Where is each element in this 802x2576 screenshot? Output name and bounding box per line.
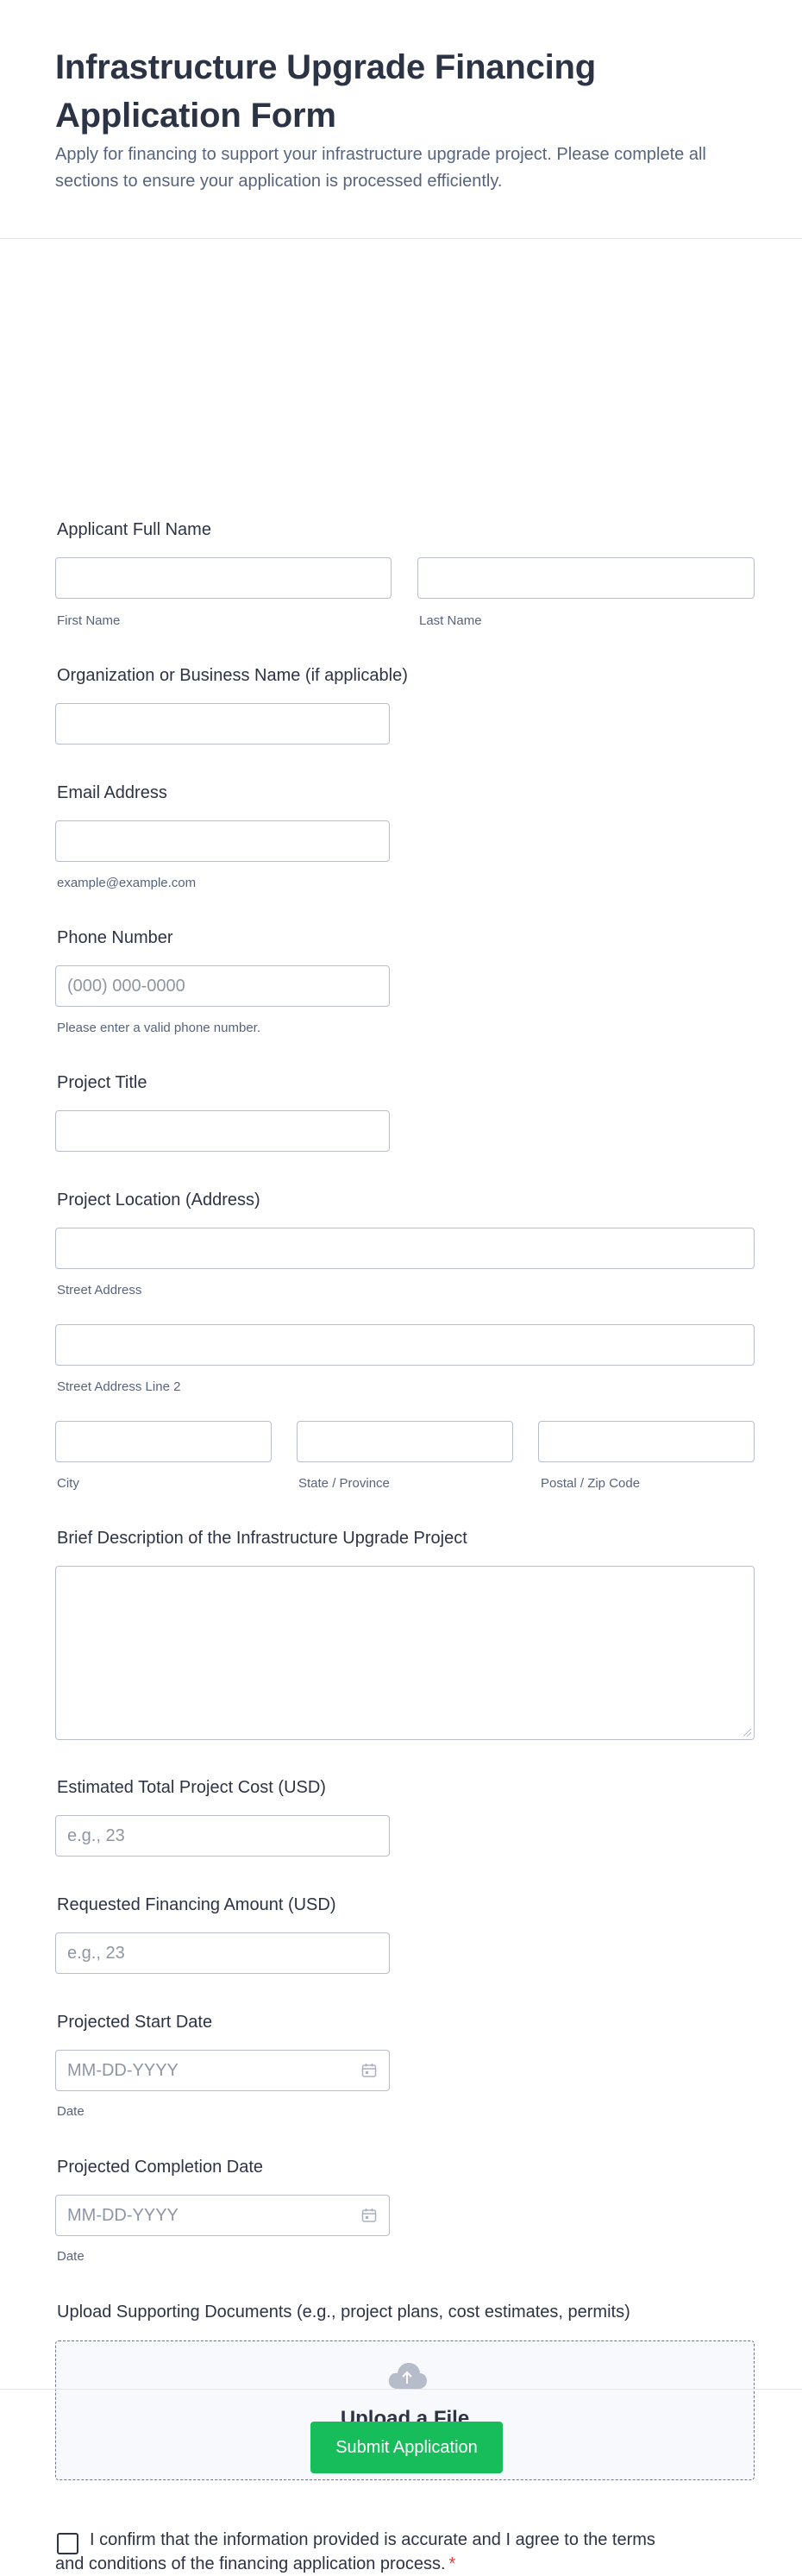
- postal-code-sublabel: Postal / Zip Code: [541, 1476, 641, 1491]
- submit-button[interactable]: Submit Application: [310, 2422, 503, 2473]
- calendar-icon[interactable]: [360, 2062, 378, 2079]
- city-input[interactable]: [55, 1421, 272, 1462]
- confirm-label: I confirm that the information provided …: [55, 2528, 659, 2576]
- street-address-sublabel: Street Address: [57, 1283, 142, 1297]
- form-description: Apply for financing to support your infr…: [55, 145, 706, 191]
- project-title-label: Project Title: [57, 1073, 147, 1092]
- start-date-input[interactable]: [55, 2050, 390, 2091]
- requested-amount-input[interactable]: [55, 1932, 390, 1974]
- upload-label: Upload Supporting Documents (e.g., proje…: [57, 2303, 630, 2322]
- organization-input[interactable]: [55, 703, 390, 745]
- project-title-input[interactable]: [55, 1110, 390, 1152]
- total-cost-label: Estimated Total Project Cost (USD): [57, 1778, 326, 1797]
- description-label: Brief Description of the Infrastructure …: [57, 1529, 467, 1548]
- completion-date-field: [55, 2195, 390, 2236]
- resize-grip-icon[interactable]: [743, 1729, 751, 1737]
- completion-date-label: Projected Completion Date: [57, 2158, 264, 2177]
- completion-date-input[interactable]: [55, 2195, 390, 2236]
- start-date-field: [55, 2050, 390, 2091]
- street-address-line2-sublabel: Street Address Line 2: [57, 1379, 181, 1394]
- street-address-input[interactable]: [55, 1228, 755, 1269]
- state-input[interactable]: [297, 1421, 513, 1462]
- completion-date-sublabel: Date: [57, 2249, 85, 2264]
- form-title: Infrastructure Upgrade Financing Applica…: [55, 48, 597, 135]
- location-label: Project Location (Address): [57, 1191, 260, 1209]
- phone-label: Phone Number: [57, 928, 173, 947]
- phone-input[interactable]: [55, 965, 390, 1007]
- state-sublabel: State / Province: [298, 1476, 390, 1491]
- city-sublabel: City: [57, 1476, 79, 1491]
- confirm-text: I confirm that the information provided …: [55, 2530, 655, 2573]
- postal-code-input[interactable]: [538, 1421, 755, 1462]
- start-date-label: Projected Start Date: [57, 2013, 213, 2032]
- full-name-label: Applicant Full Name: [57, 520, 211, 539]
- start-date-sublabel: Date: [57, 2104, 85, 2119]
- total-cost-input[interactable]: [55, 1815, 390, 1857]
- form-footer: Submit Application: [0, 2389, 802, 2515]
- calendar-icon[interactable]: [360, 2207, 378, 2224]
- description-textarea-wrap: [55, 1566, 755, 1740]
- phone-sublabel: Please enter a valid phone number.: [57, 1021, 260, 1035]
- email-label: Email Address: [57, 783, 167, 802]
- first-name-input[interactable]: [55, 557, 392, 599]
- street-address-line2-input[interactable]: [55, 1324, 755, 1366]
- last-name-input[interactable]: [417, 557, 755, 599]
- organization-label: Organization or Business Name (if applic…: [57, 666, 408, 685]
- email-sublabel: example@example.com: [57, 876, 197, 890]
- first-name-sublabel: First Name: [57, 613, 121, 628]
- form-header: Infrastructure Upgrade Financing Applica…: [0, 0, 802, 239]
- last-name-sublabel: Last Name: [419, 613, 482, 628]
- cloud-upload-icon: [388, 2363, 427, 2389]
- requested-amount-label: Requested Financing Amount (USD): [57, 1895, 336, 1914]
- required-mark: *: [448, 2554, 456, 2573]
- description-textarea[interactable]: [55, 1566, 755, 1740]
- email-input[interactable]: [55, 820, 390, 862]
